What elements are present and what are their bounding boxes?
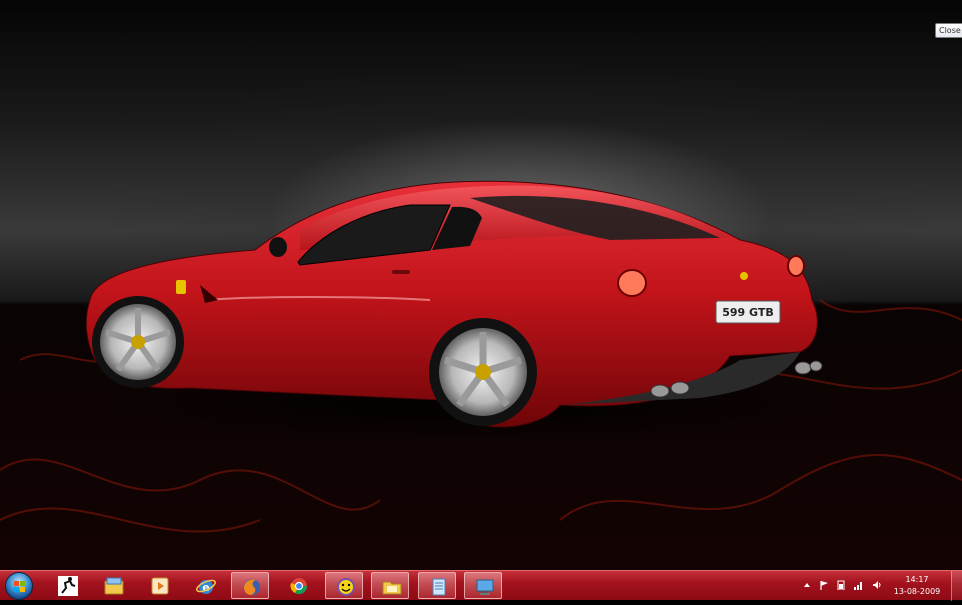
taskbar-notepad-app[interactable] <box>418 572 456 599</box>
taskbar-windows-explorer[interactable] <box>94 572 132 599</box>
taskbar-media-player[interactable] <box>140 572 178 599</box>
action-center-flag-icon[interactable] <box>819 580 829 590</box>
power-icon[interactable] <box>836 580 846 590</box>
taskbar-runner-app[interactable] <box>48 572 86 599</box>
wallpaper-image: 599 GTB <box>0 180 962 533</box>
taskbar: e 14:17 13-08-2009 <box>0 570 962 601</box>
runner-icon <box>58 576 78 596</box>
start-button[interactable] <box>5 572 33 600</box>
clock-time: 14:17 <box>905 575 929 584</box>
desktop[interactable]: 599 GTB Close <box>0 0 962 570</box>
show-hidden-icons-icon[interactable] <box>802 580 812 590</box>
taskbar-folder-app[interactable] <box>371 572 409 599</box>
car-plate-text: 599 GTB <box>722 306 774 319</box>
taskbar-internet-explorer[interactable]: e <box>186 572 224 599</box>
messenger-smiley-icon <box>337 578 355 596</box>
chrome-icon <box>290 578 308 595</box>
volume-icon[interactable] <box>872 580 882 590</box>
clock-date: 13-08-2009 <box>893 587 941 596</box>
network-signal-icon[interactable] <box>853 580 863 590</box>
firefox-icon <box>244 579 260 595</box>
show-desktop-button[interactable] <box>951 571 962 601</box>
monitor-icon <box>476 579 494 595</box>
close-tooltip: Close <box>935 23 962 38</box>
clock[interactable]: 14:17 13-08-2009 <box>892 574 942 598</box>
taskbar-firefox[interactable] <box>231 572 269 599</box>
folder-libraries-icon <box>104 577 124 595</box>
windows-logo-icon <box>14 581 25 592</box>
media-play-icon <box>151 577 169 595</box>
taskbar-yahoo-messenger[interactable] <box>325 572 363 599</box>
internet-explorer-icon: e <box>196 579 216 594</box>
notepad-icon <box>432 578 446 596</box>
taskbar-chrome[interactable] <box>279 572 317 599</box>
taskbar-remote-desktop[interactable] <box>464 572 502 599</box>
folder-icon <box>382 581 402 595</box>
